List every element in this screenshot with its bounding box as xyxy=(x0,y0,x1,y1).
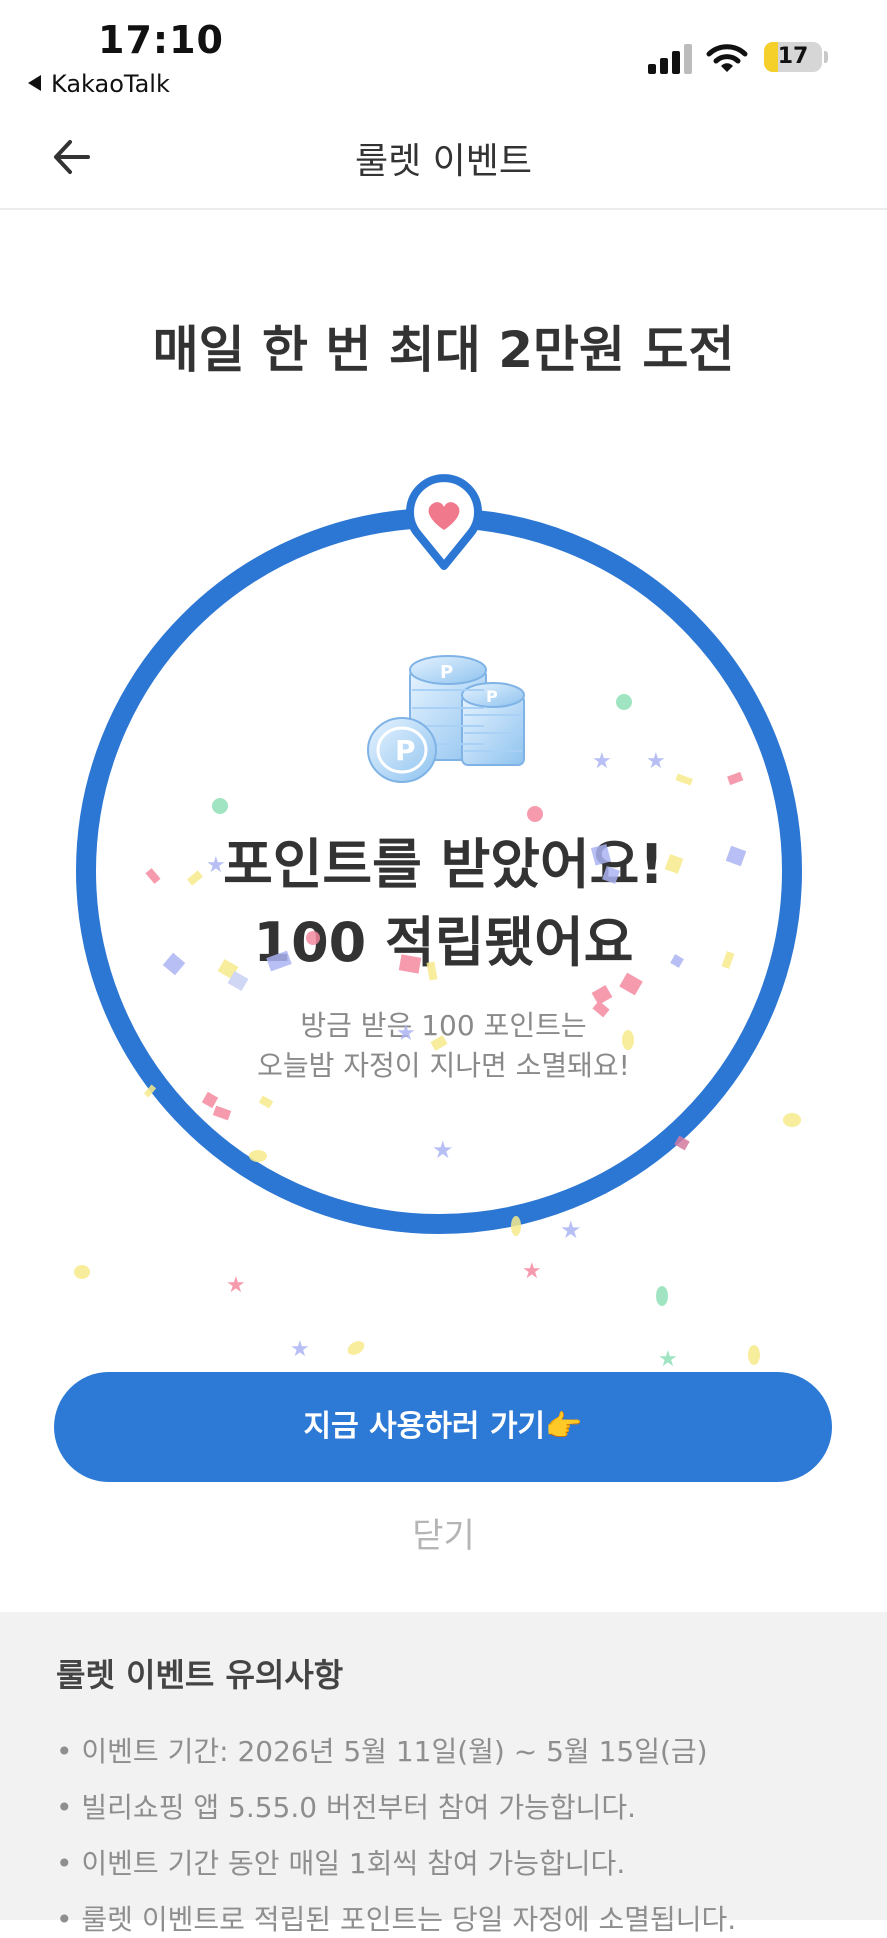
svg-text:★: ★ xyxy=(226,1273,246,1298)
expiry-notice-line1: 방금 받은 100 포인트는 xyxy=(300,1009,587,1042)
event-headline: 매일 한 번 최대 2만원 도전 xyxy=(152,321,735,379)
result-title: 포인트를 받았어요! xyxy=(223,833,664,896)
svg-text:P: P xyxy=(486,687,498,706)
header-divider xyxy=(0,208,887,210)
battery-icon: 17 xyxy=(764,42,822,72)
back-app-label: KakaoTalk xyxy=(51,70,170,98)
note-item: • 룰렛 이벤트로 적립된 포인트는 당일 자정에 소멸됩니다. xyxy=(56,1903,737,1936)
note-item: • 이벤트 기간: 2026년 5월 11일(월) ~ 5월 15일(금) xyxy=(56,1735,708,1768)
svg-text:★: ★ xyxy=(522,1259,542,1284)
svg-text:★: ★ xyxy=(560,1216,582,1244)
battery-level: 17 xyxy=(777,44,809,69)
use-now-button[interactable]: 지금 사용하러 가기👉 xyxy=(54,1372,832,1482)
result-amount: 100 적립됐어요 xyxy=(253,911,634,974)
note-item: • 이벤트 기간 동안 매일 1회씩 참여 가능합니다. xyxy=(56,1847,626,1880)
status-time: 17:10 xyxy=(98,18,224,62)
note-item: • 빌리쇼핑 앱 5.55.0 버전부터 참여 가능합니다. xyxy=(56,1791,637,1824)
svg-text:P: P xyxy=(395,734,416,767)
wifi-icon xyxy=(706,44,748,72)
back-triangle-icon xyxy=(28,75,41,91)
svg-text:P: P xyxy=(440,662,453,683)
back-to-app-link[interactable]: KakaoTalk xyxy=(28,70,170,98)
point-coins-icon: P P P xyxy=(367,655,525,783)
notes-title: 룰렛 이벤트 유의사항 xyxy=(56,1656,344,1694)
page-title: 룰렛 이벤트 xyxy=(354,141,533,182)
battery-cap xyxy=(824,51,828,63)
close-button[interactable]: 닫기 xyxy=(0,1508,887,1557)
expiry-notice-line2: 오늘밤 자정이 지나면 소멸돼요! xyxy=(257,1049,630,1082)
cellular-signal-icon xyxy=(648,44,692,74)
svg-text:★: ★ xyxy=(290,1337,310,1362)
roulette-pin-icon xyxy=(406,474,482,570)
svg-text:★: ★ xyxy=(658,1347,678,1372)
